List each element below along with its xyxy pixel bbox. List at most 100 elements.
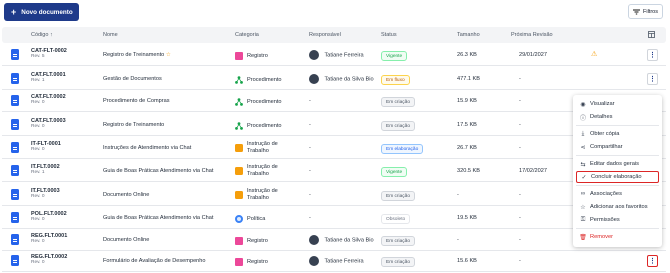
- category-label: Instrução de Trabalho: [247, 141, 278, 154]
- owner-cell: Tatiane Ferreira: [309, 50, 364, 60]
- col-proxima-revisao[interactable]: Próxima Revisão: [511, 32, 553, 38]
- filter-button[interactable]: Filtros: [628, 4, 663, 19]
- size-cell: 26.3 KB: [457, 52, 477, 58]
- table-row[interactable]: REG.FLT.0001 Rev. 0 Documento Online Reg…: [2, 229, 666, 251]
- size-cell: 26.7 KB: [457, 145, 477, 151]
- menu-item-editar-dados-gerais[interactable]: ⇆ Editar dados gerais: [576, 158, 659, 170]
- warning-icon: ⚠: [591, 51, 598, 58]
- document-icon: [11, 255, 19, 266]
- folder-icon: [235, 258, 243, 266]
- doc-name[interactable]: Instruções de Atendimento via Chat: [103, 145, 191, 151]
- menu-item-adicionar-aos-favoritos[interactable]: ☆ Adicionar aos favoritos: [576, 201, 659, 213]
- review-date-cell: -: [519, 192, 521, 198]
- menu-item-visualizar[interactable]: ◉ Visualizar: [576, 98, 659, 110]
- status-cell: Vigente: [381, 167, 408, 177]
- table-row[interactable]: POL.FLT.0002 Rev. 0 Guia de Boas Prática…: [2, 207, 666, 229]
- table-row[interactable]: CAT.FLT.0003 Rev. 0 Registro de Treiname…: [2, 114, 666, 136]
- filter-icon: [633, 9, 640, 14]
- table-row[interactable]: IT.FLT.0002 Rev. 1 Guia de Boas Práticas…: [2, 160, 666, 182]
- owner-cell: Tatiane da Silva Bio: [309, 235, 374, 245]
- lock-icon: ⚿: [580, 216, 586, 223]
- col-status[interactable]: Status: [381, 32, 397, 38]
- menu-item-label: Compartilhar: [590, 144, 623, 150]
- table-row[interactable]: REG.FLT.0002 Rev. 0 Formulário de Avalia…: [2, 250, 666, 272]
- review-date-cell: 17/02/2027: [519, 168, 547, 174]
- menu-item-compartilhar[interactable]: ⋖ Compartilhar: [576, 141, 659, 153]
- menu-item-associacoes[interactable]: ∞ Associações: [576, 188, 659, 200]
- doc-name[interactable]: Registro de Treinamento: [103, 122, 164, 128]
- doc-name[interactable]: Documento Online: [103, 237, 149, 243]
- info-icon: ⓘ: [579, 115, 586, 122]
- table-row[interactable]: IT.FLT.0003 Rev. 0 Documento Online Inst…: [2, 184, 666, 206]
- name-cell: Registro de Treinamento: [103, 122, 164, 128]
- size-cell: 17.5 KB: [457, 122, 477, 128]
- doc-name[interactable]: Procedimento de Compras: [103, 98, 170, 104]
- menu-item-permissoes[interactable]: ⚿ Permissões: [576, 214, 659, 226]
- owner-name: Tatiane Ferreira: [324, 258, 364, 265]
- check-circle-icon: ✓: [581, 174, 587, 181]
- row-actions-button[interactable]: ⋮: [647, 73, 658, 85]
- table-row[interactable]: CAT.FLT.0002 Rev. 0 Procedimento de Comp…: [2, 90, 666, 112]
- owner-name: Tatiane Ferreira: [324, 52, 364, 59]
- table-row[interactable]: CAT.FLT.0001 Rev. 1 Gestão de Documentos…: [2, 68, 666, 90]
- size-cell: -: [457, 237, 459, 243]
- folder-icon: [235, 237, 243, 245]
- name-cell: Procedimento de Compras: [103, 98, 170, 104]
- doc-name[interactable]: Guia de Boas Práticas Atendimento via Ch…: [103, 215, 213, 221]
- owner-name: -: [309, 145, 311, 151]
- doc-name[interactable]: Registro de Treinamento: [103, 52, 164, 58]
- col-codigo[interactable]: Código ↑: [31, 32, 53, 38]
- table-row[interactable]: CAT-FLT-0002 Rev. 5 Registro de Treiname…: [2, 44, 666, 66]
- name-cell: Guia de Boas Práticas Atendimento via Ch…: [103, 215, 213, 221]
- owner-name: -: [309, 168, 311, 174]
- size-cell: 15.6 KB: [457, 258, 477, 264]
- document-icon: [11, 49, 19, 60]
- document-icon: [11, 234, 19, 245]
- code-cell: IT-FLT-0001 Rev. 0: [31, 141, 61, 152]
- menu-item-detalhes[interactable]: ⓘ Detalhes: [576, 111, 659, 123]
- doc-name[interactable]: Documento Online: [103, 192, 149, 198]
- status-cell: Vigente: [381, 51, 408, 61]
- category-label: Registro: [247, 237, 268, 244]
- col-responsavel[interactable]: Responsável: [309, 32, 341, 38]
- doc-name[interactable]: Guia de Boas Práticas Atendimento via Ch…: [103, 168, 213, 174]
- doc-revision: Rev. 0: [31, 194, 45, 199]
- avatar: [309, 235, 319, 245]
- doc-revision: Rev. 1: [31, 170, 45, 175]
- document-icon: [11, 189, 19, 200]
- code-cell: REG.FLT.0001 Rev. 0: [31, 233, 67, 244]
- col-nome[interactable]: Nome: [103, 32, 118, 38]
- name-cell: Documento Online: [103, 237, 149, 243]
- new-document-button[interactable]: + Novo documento: [4, 3, 79, 21]
- status-badge: Obsoleto: [381, 214, 411, 224]
- row-actions-button[interactable]: ⋮: [647, 49, 658, 61]
- doc-name[interactable]: Formulário de Avaliação de Desempenho: [103, 258, 206, 264]
- category-label: Registro: [247, 52, 268, 59]
- menu-item-label: Permissões: [590, 217, 620, 223]
- owner-name: -: [309, 122, 311, 128]
- menu-item-obter-copia[interactable]: ⤓ Obter cópia: [576, 128, 659, 140]
- status-badge: Em criação: [381, 257, 415, 267]
- row-context-menu: ◉ Visualizar ⓘ Detalhes ⤓ Obter cópia ⋖ Compart…: [573, 95, 662, 247]
- review-date-cell: -: [519, 258, 521, 264]
- col-tamanho[interactable]: Tamanho: [457, 32, 480, 38]
- doc-revision: Rev. 0: [31, 124, 45, 129]
- menu-item-concluir-elaboracao[interactable]: ✓ Concluir elaboração: [576, 171, 659, 183]
- columns-icon[interactable]: [648, 31, 655, 40]
- code-cell: REG.FLT.0002 Rev. 0: [31, 254, 67, 265]
- status-cell: Em elaboração: [381, 144, 424, 154]
- doc-name[interactable]: Gestão de Documentos: [103, 76, 162, 82]
- avatar: [309, 50, 319, 60]
- menu-item-remover[interactable]: 🗑 Remover: [576, 231, 659, 243]
- owner-cell: -: [309, 122, 311, 128]
- menu-item-label: Remover: [590, 234, 614, 240]
- menu-item-label: Associações: [590, 191, 622, 197]
- status-cell: Em criação: [381, 191, 415, 201]
- code-cell: CAT.FLT.0001 Rev. 1: [31, 72, 66, 83]
- col-categoria[interactable]: Categoria: [235, 32, 259, 38]
- table-row[interactable]: IT-FLT-0001 Rev. 0 Instruções de Atendim…: [2, 137, 666, 159]
- row-actions-button[interactable]: ⋮: [647, 255, 658, 267]
- category-label: Instrução de Trabalho: [247, 188, 278, 201]
- table-header: Código ↑ Nome Categoria Responsável Stat…: [2, 27, 666, 43]
- document-icon: [11, 165, 19, 176]
